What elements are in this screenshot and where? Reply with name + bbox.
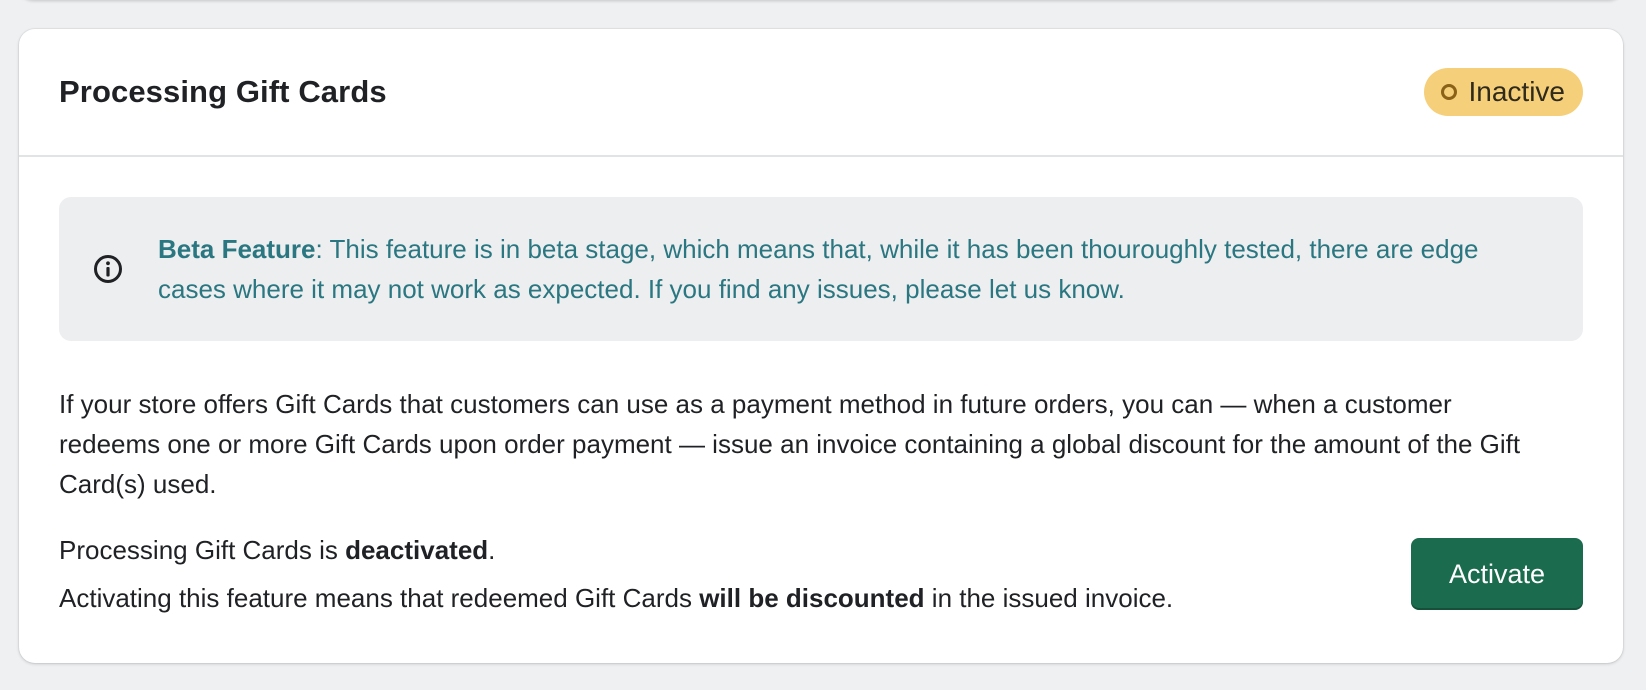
banner-message: : This feature is in beta stage, which m… (158, 234, 1479, 304)
beta-banner: Beta Feature: This feature is in beta st… (59, 197, 1583, 341)
effect-line-emphasis: will be discounted (699, 583, 925, 613)
status-dot-icon (1440, 84, 1457, 100)
status-line: Processing Gift Cards is deactivated. (59, 526, 1173, 574)
feature-description: If your store offers Gift Cards that cus… (59, 389, 1521, 499)
status-label: Inactive (1468, 76, 1566, 107)
effect-line-prefix: Activating this feature means that redee… (59, 583, 700, 613)
banner-bold-label: Beta Feature (158, 234, 316, 264)
banner-text: Beta Feature: This feature is in beta st… (158, 229, 1543, 309)
card-header: Processing Gift Cards Inactive (19, 29, 1623, 157)
status-line-suffix: . (488, 535, 496, 565)
status-line-prefix: Processing Gift Cards is (59, 535, 346, 565)
activation-status-text: Processing Gift Cards is deactivated. Ac… (59, 526, 1173, 622)
activate-button[interactable]: Activate (1411, 538, 1583, 610)
effect-line-suffix: in the issued invoice. (924, 583, 1174, 613)
gift-cards-settings-card: Processing Gift Cards Inactive Beta Feat… (19, 29, 1623, 663)
activation-row: Processing Gift Cards is deactivated. Ac… (59, 526, 1583, 622)
card-title: Processing Gift Cards (59, 74, 387, 109)
info-icon (94, 255, 122, 283)
status-line-state: deactivated (345, 535, 489, 565)
effect-line: Activating this feature means that redee… (59, 574, 1173, 622)
card-body: Beta Feature: This feature is in beta st… (19, 157, 1623, 622)
status-badge: Inactive (1423, 68, 1583, 116)
